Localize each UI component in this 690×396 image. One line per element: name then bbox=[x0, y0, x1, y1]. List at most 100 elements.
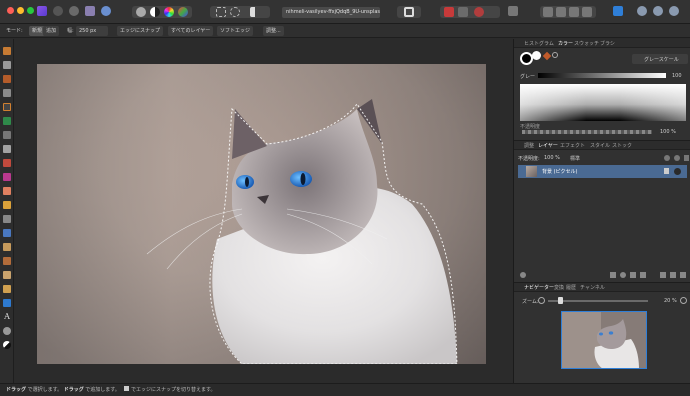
photo-persona-icon[interactable] bbox=[37, 6, 47, 16]
add-layer-icon[interactable] bbox=[610, 272, 616, 278]
tab-swatches[interactable]: スウォッチ bbox=[574, 40, 599, 47]
layer-row[interactable]: 背景 (ピクセル) bbox=[518, 165, 687, 178]
shape-tool-icon[interactable] bbox=[3, 299, 11, 307]
close-window-button[interactable] bbox=[7, 7, 14, 14]
mask-icon[interactable] bbox=[250, 7, 260, 17]
zoom-slider-handle[interactable] bbox=[558, 297, 563, 304]
selection-brush-icon[interactable] bbox=[3, 103, 11, 111]
inpainting-icon[interactable] bbox=[458, 7, 468, 17]
navigator-thumbnail[interactable] bbox=[561, 311, 647, 369]
layer-options-icon[interactable] bbox=[664, 155, 670, 161]
opacity-value[interactable]: 100 % bbox=[660, 129, 676, 135]
blemish-tool-icon[interactable] bbox=[3, 243, 11, 251]
delete-layer-icon[interactable] bbox=[680, 272, 686, 278]
mode-add-button[interactable]: 追加 bbox=[43, 26, 60, 36]
tab-histogram[interactable]: ヒストグラム bbox=[524, 40, 554, 47]
layer-visible-checkbox[interactable] bbox=[674, 168, 681, 175]
add-group-icon[interactable] bbox=[660, 272, 666, 278]
color-replacement-icon[interactable] bbox=[3, 173, 11, 181]
no-color-icon[interactable] bbox=[552, 52, 558, 58]
layer-opacity-value[interactable]: 100 % bbox=[544, 155, 560, 161]
freehand-selection-icon[interactable] bbox=[230, 7, 240, 17]
view-tool-icon[interactable] bbox=[3, 47, 11, 55]
align-icon[interactable] bbox=[556, 7, 566, 17]
flood-select-icon[interactable] bbox=[3, 117, 11, 125]
opacity-slider[interactable] bbox=[522, 130, 652, 134]
soft-edges-toggle[interactable]: ソフトエッジ bbox=[217, 26, 254, 36]
snapping-icon[interactable] bbox=[582, 7, 592, 17]
arrange-icon[interactable] bbox=[543, 7, 553, 17]
layer-lock-icon[interactable] bbox=[664, 168, 669, 174]
erase-brush-icon[interactable] bbox=[3, 187, 11, 195]
refine-button[interactable]: 調整... bbox=[263, 26, 284, 36]
canvas-area[interactable] bbox=[15, 39, 512, 383]
gray-value[interactable]: 100 bbox=[672, 73, 682, 79]
clone-tool-icon[interactable] bbox=[3, 229, 11, 237]
tab-color[interactable]: カラー bbox=[558, 40, 573, 47]
sharpen-tool-icon[interactable] bbox=[3, 271, 11, 279]
tab-adjustments[interactable]: 調整 bbox=[524, 142, 534, 149]
tab-navigator[interactable]: ナビゲーター bbox=[524, 284, 554, 291]
dodge-tool-icon[interactable] bbox=[3, 215, 11, 223]
studio-icon[interactable] bbox=[637, 6, 647, 16]
tab-history[interactable]: 履歴 bbox=[566, 284, 576, 291]
blend-mode-select[interactable]: 標準 bbox=[570, 155, 580, 162]
view-mode-icon[interactable] bbox=[653, 6, 663, 16]
develop-persona-icon[interactable] bbox=[69, 6, 79, 16]
width-input[interactable]: 250 px bbox=[76, 26, 108, 36]
minimize-window-button[interactable] bbox=[17, 7, 24, 14]
color-mode-select[interactable]: グレースケール bbox=[632, 54, 688, 64]
flood-fill-icon[interactable] bbox=[3, 201, 11, 209]
layer-visibility-icon[interactable] bbox=[684, 155, 689, 161]
pen-tool-icon[interactable] bbox=[3, 285, 11, 293]
export-persona-icon[interactable] bbox=[101, 6, 111, 16]
crop-tool-icon[interactable] bbox=[3, 89, 11, 97]
red-eye-icon[interactable] bbox=[444, 7, 454, 17]
tab-transform[interactable]: 変換 bbox=[554, 284, 564, 291]
stroke-color-well[interactable] bbox=[532, 51, 541, 60]
zoom-value[interactable]: 20 % bbox=[664, 298, 677, 304]
eyedropper-icon[interactable] bbox=[542, 51, 552, 61]
move-tool-icon[interactable] bbox=[3, 61, 11, 69]
marquee-selection-icon[interactable] bbox=[216, 7, 226, 17]
levels-icon[interactable] bbox=[136, 7, 146, 17]
zoom-in-icon[interactable] bbox=[680, 297, 687, 304]
tab-styles[interactable]: スタイル bbox=[590, 142, 610, 149]
tab-effects[interactable]: エフェクト bbox=[560, 142, 585, 149]
zoom-tool-icon[interactable] bbox=[3, 327, 11, 335]
snapping-toggle-icon[interactable] bbox=[613, 6, 623, 16]
tab-channels[interactable]: チャンネル bbox=[580, 284, 605, 291]
all-layers-toggle[interactable]: すべてのレイヤー bbox=[168, 26, 214, 36]
add-fill-icon[interactable] bbox=[670, 272, 676, 278]
layer-settings-icon[interactable] bbox=[674, 155, 680, 161]
gray-slider[interactable] bbox=[538, 73, 666, 78]
add-pixel-layer-icon[interactable] bbox=[640, 272, 646, 278]
smudge-tool-icon[interactable] bbox=[3, 257, 11, 265]
white-balance-icon[interactable] bbox=[150, 7, 160, 17]
zoom-window-button[interactable] bbox=[27, 7, 34, 14]
add-adjustment-icon[interactable] bbox=[620, 272, 626, 278]
color-picker-icon[interactable] bbox=[3, 75, 11, 83]
paint-brush-icon[interactable] bbox=[3, 159, 11, 167]
liquify-persona-icon[interactable] bbox=[53, 6, 63, 16]
cat-photo[interactable] bbox=[37, 64, 486, 364]
freehand-tool-icon[interactable] bbox=[3, 145, 11, 153]
add-live-filter-icon[interactable] bbox=[630, 272, 636, 278]
marquee-tool-icon[interactable] bbox=[3, 131, 11, 139]
tab-brushes[interactable]: ブラシ bbox=[600, 40, 615, 47]
snap-to-edges-toggle[interactable]: エッジにスナップ bbox=[117, 26, 164, 36]
tab-layers[interactable]: レイヤー bbox=[538, 142, 558, 149]
zoom-out-icon[interactable] bbox=[538, 297, 545, 304]
text-tool-icon[interactable]: A bbox=[3, 313, 11, 321]
hsl-icon[interactable] bbox=[164, 7, 174, 17]
color-swatch-icon[interactable] bbox=[3, 341, 11, 349]
auto-color-icon[interactable] bbox=[178, 7, 188, 17]
share-icon[interactable] bbox=[669, 6, 679, 16]
distribute-icon[interactable] bbox=[569, 7, 579, 17]
brush-options-icon[interactable] bbox=[474, 7, 484, 17]
tab-stock[interactable]: ストック bbox=[612, 142, 632, 149]
zoom-slider[interactable] bbox=[548, 300, 648, 302]
tone-mapping-persona-icon[interactable] bbox=[85, 6, 95, 16]
document-tab[interactable]: nihmeli-vasilyev-ffxjQdqB_9U-unsplas × bbox=[282, 7, 380, 18]
layer-mask-icon[interactable] bbox=[520, 272, 526, 278]
